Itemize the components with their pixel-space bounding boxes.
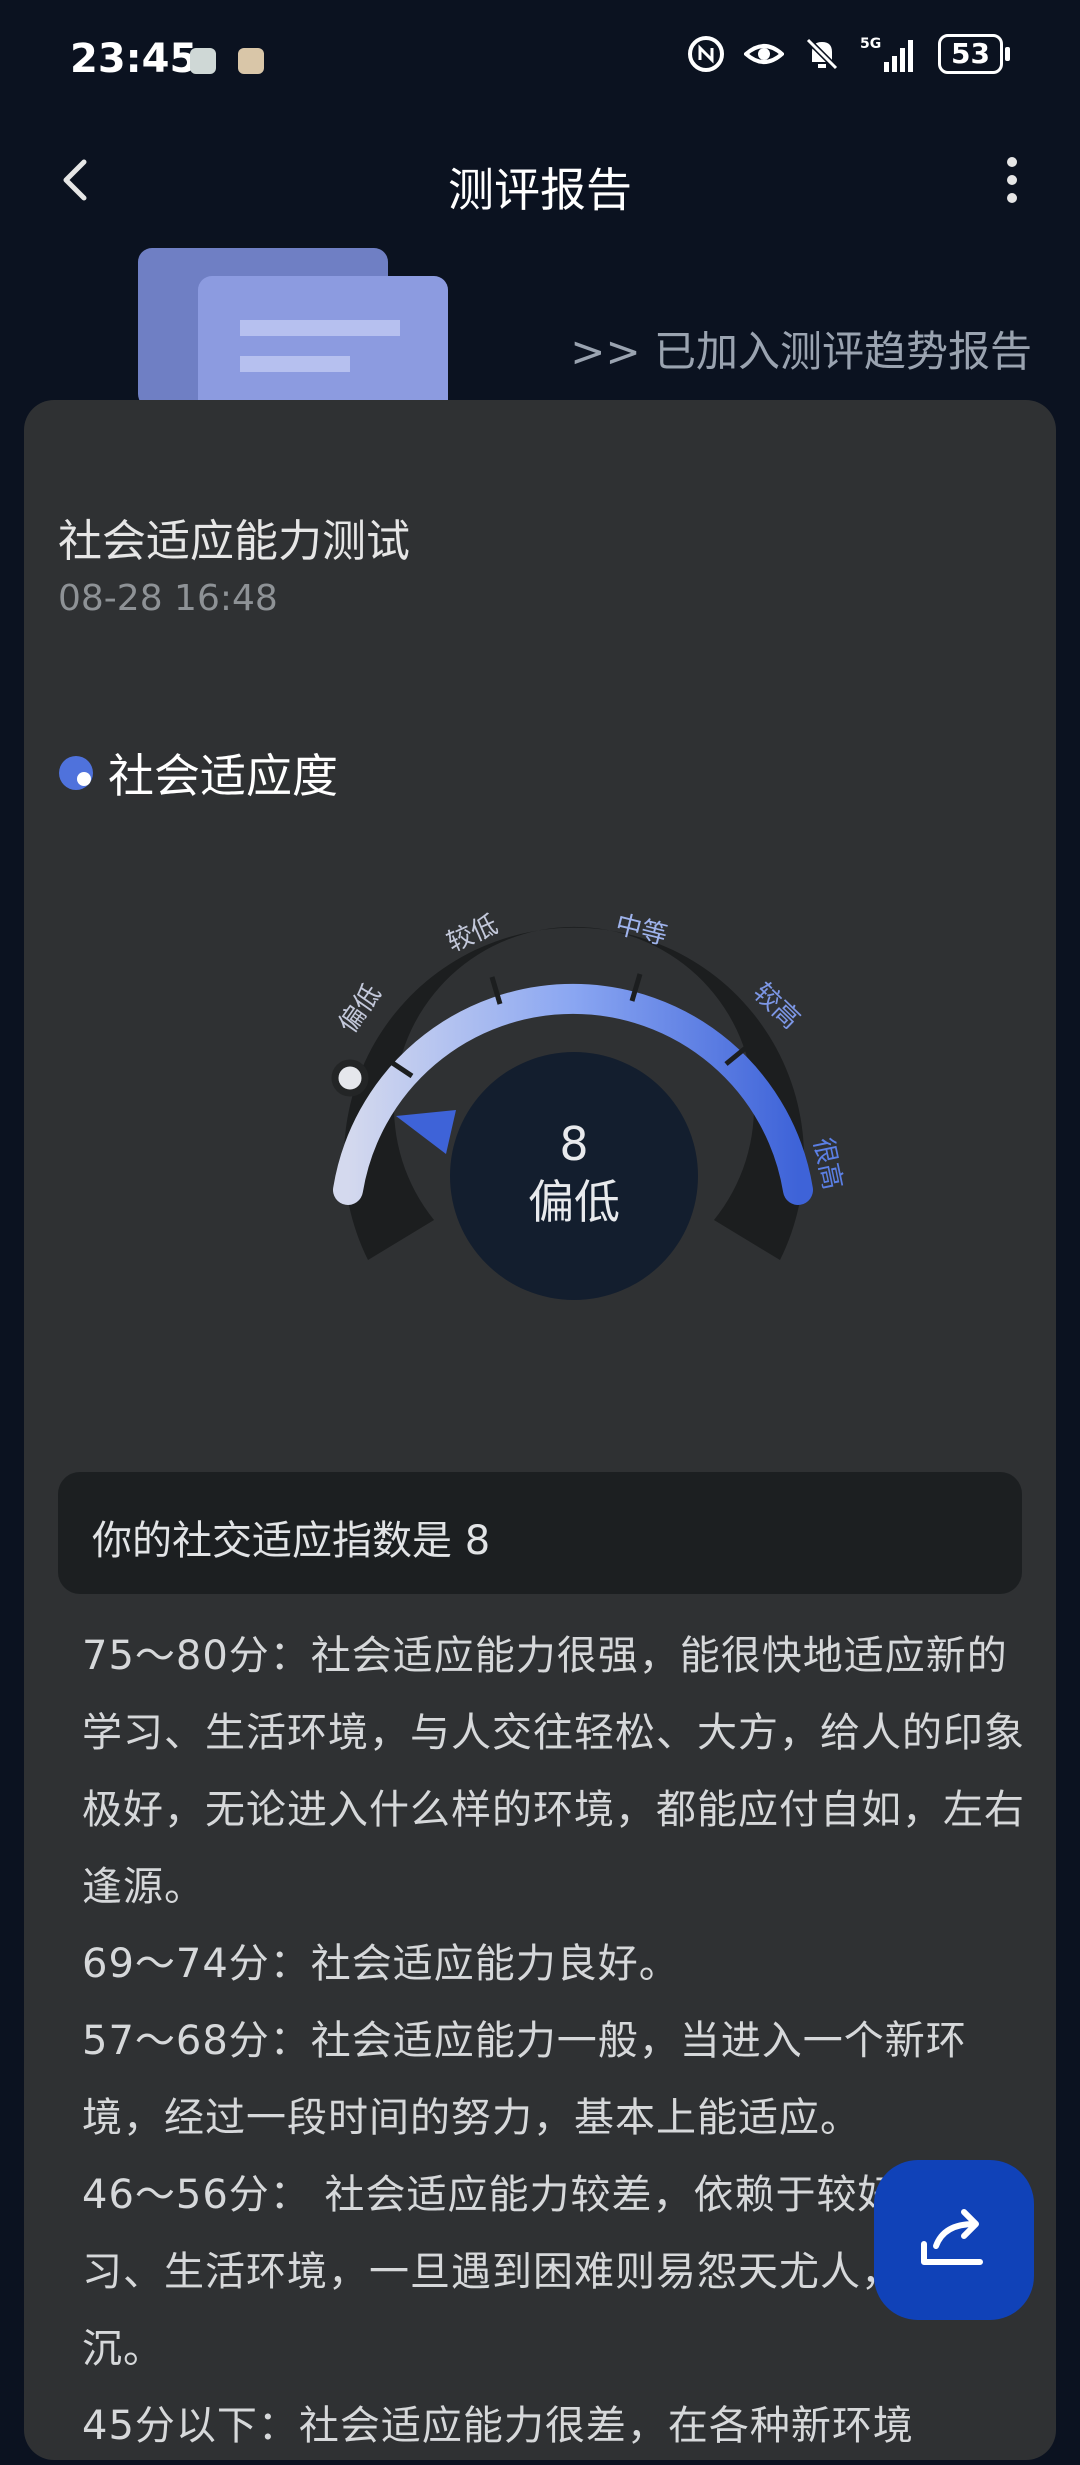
section-header: 社会适应度 [58, 740, 338, 806]
gauge-tick-1: 偏低 [333, 979, 387, 1039]
page-title: 测评报告 [448, 163, 632, 217]
description-paragraph: 69～74分：社会适应能力良好。 [82, 1941, 680, 1987]
gauge-knob [331, 1059, 369, 1097]
index-summary: 你的社交适应指数是 8 [58, 1472, 1022, 1594]
description-paragraph: 75～80分：社会适应能力很强，能很快地适应新的学习、生活环境，与人交往轻松、大… [82, 1633, 1025, 1910]
svg-text:5G: 5G [860, 36, 881, 52]
gauge-level: 偏低 [528, 1175, 620, 1229]
description-paragraph: 57～68分：社会适应能力一般，当进入一个新环境，经过一段时间的努力，基本上能适… [82, 2018, 967, 2141]
status-time: 23:45 [70, 36, 198, 82]
trend-report-link[interactable]: >> 已加入测评趋势报告 [570, 318, 1032, 379]
gauge-tick-5: 很高 [807, 1135, 847, 1192]
description-paragraph: 45分以下：社会适应能力很差，在各种新环境 [82, 2403, 914, 2449]
eye-icon [744, 44, 785, 64]
score-description: 75～80分：社会适应能力很强，能很快地适应新的学习、生活环境，与人交往轻松、大… [82, 1618, 1032, 2465]
report-document-illustration [138, 248, 448, 408]
gauge-tick-2: 较低 [443, 910, 503, 959]
test-date: 08-28 16:48 [58, 578, 278, 619]
mute-icon [805, 37, 839, 71]
section-title: 社会适应度 [108, 749, 338, 803]
index-text: 你的社交适应指数是 8 [92, 1518, 491, 1564]
report-card: 社会适应能力测试 08-28 16:48 社会适应度 偏低 较低 中等 较高 很… [24, 400, 1056, 2460]
section-dot-icon [59, 756, 93, 790]
share-button[interactable] [874, 2160, 1034, 2320]
adaptation-gauge: 偏低 较低 中等 较高 很高 8 偏低 [331, 910, 847, 1300]
nfc-icon [688, 36, 725, 72]
battery-level: 53 [938, 34, 1003, 74]
app-notification-icon-2 [238, 48, 264, 74]
more-vertical-icon[interactable] [982, 150, 1042, 210]
share-icon [921, 2209, 983, 2265]
status-bar: 23:45 5G 53 [0, 0, 1080, 120]
gauge-score: 8 [559, 1117, 588, 1171]
app-bar: 测评报告 [0, 120, 1080, 240]
gauge-tick-3: 中等 [612, 910, 670, 952]
app-notification-icon [190, 48, 216, 74]
battery-icon: 53 [938, 34, 1010, 74]
status-icons: 5G 53 [686, 34, 1010, 74]
gauge-pointer [396, 1110, 456, 1154]
test-name: 社会适应能力测试 [58, 516, 410, 567]
5g-signal-icon: 5G [860, 36, 914, 72]
